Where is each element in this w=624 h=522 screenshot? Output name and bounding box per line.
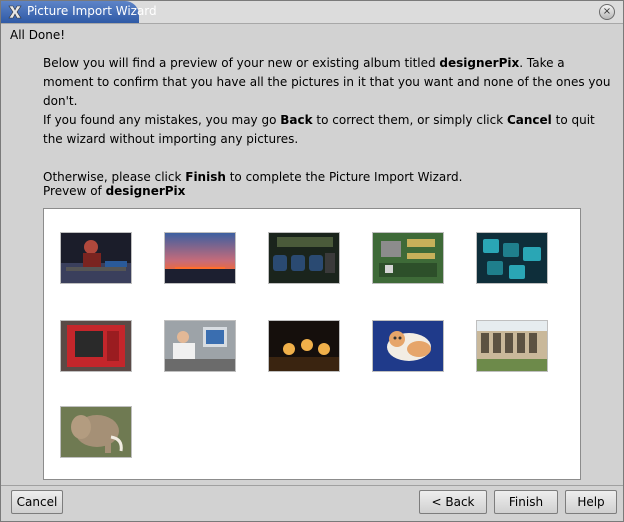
thumbnail-motherboard[interactable] <box>373 233 443 283</box>
instr-text: If you found any mistakes, you may go <box>43 113 281 127</box>
window-title: Picture Import Wizard <box>27 4 157 18</box>
instructions-paragraph-1: Below you will find a preview of your ne… <box>43 54 613 111</box>
finish-button[interactable]: Finish <box>494 490 558 514</box>
album-name: designerPix <box>439 56 520 70</box>
instructions-text: Below you will find a preview of your ne… <box>43 54 613 187</box>
close-icon: × <box>602 6 612 17</box>
thumbnail-circuit-board[interactable] <box>269 233 339 283</box>
preview-label-prefix: Prevew of <box>43 184 106 198</box>
app-x-icon <box>8 5 22 19</box>
thumbnail-concert-stage[interactable] <box>269 321 339 371</box>
thumbnail-person-at-desk[interactable] <box>165 321 235 371</box>
instr-text: to correct them, or simply click <box>312 113 507 127</box>
preview-label: Prevew of designerPix <box>43 184 185 198</box>
title-tab: Picture Import Wizard <box>1 1 157 23</box>
title-bar[interactable]: Picture Import Wizard × <box>1 1 623 24</box>
instr-text: Otherwise, please click <box>43 170 186 184</box>
instructions-paragraph-2: If you found any mistakes, you may go Ba… <box>43 111 613 149</box>
help-button[interactable]: Help <box>565 490 617 514</box>
thumbnail-sunset-over-sea[interactable] <box>165 233 235 283</box>
thumbnail-elephant[interactable] <box>61 407 131 457</box>
close-button[interactable]: × <box>599 4 615 20</box>
footer-separator <box>1 485 623 486</box>
preview-panel[interactable] <box>43 208 581 480</box>
preview-album-name: designerPix <box>105 184 186 198</box>
finish-word: Finish <box>185 170 226 184</box>
thumbnail-cat[interactable] <box>373 321 443 371</box>
thumbnail-keyboard-keys[interactable] <box>477 233 547 283</box>
thumbnail-dj-at-turntables[interactable] <box>61 233 131 283</box>
cancel-button[interactable]: Cancel <box>11 490 63 514</box>
instr-text: to complete the Picture Import Wizard. <box>225 170 463 184</box>
wizard-window: Picture Import Wizard × All Done! Below … <box>0 0 624 522</box>
cancel-word: Cancel <box>506 113 552 127</box>
back-word: Back <box>280 113 313 127</box>
page-header: All Done! <box>10 28 66 42</box>
thumbnail-courtyard-building[interactable] <box>477 321 547 371</box>
thumbnail-red-computer-case[interactable] <box>61 321 131 371</box>
instr-text: Below you will find a preview of your ne… <box>43 56 440 70</box>
back-button[interactable]: < Back <box>419 490 487 514</box>
